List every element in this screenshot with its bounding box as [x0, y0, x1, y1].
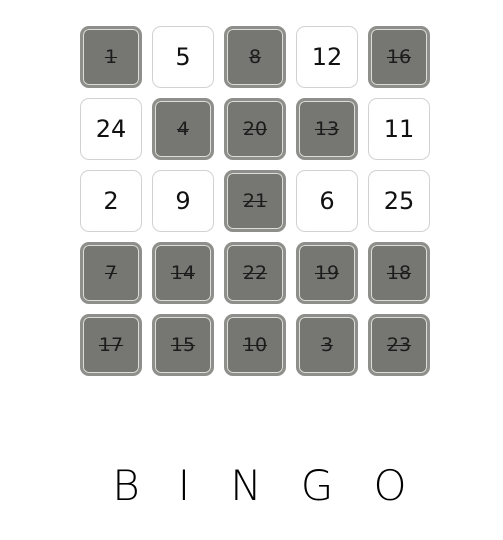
bingo-cell[interactable]: 21 — [224, 170, 286, 232]
bingo-letter-g: G — [300, 461, 334, 510]
bingo-cell[interactable]: 24 — [80, 98, 142, 160]
bingo-cell[interactable]: 1 — [80, 26, 142, 88]
bingo-cell[interactable]: 13 — [296, 98, 358, 160]
bingo-letter-b: B — [112, 461, 140, 510]
bingo-cell[interactable]: 4 — [152, 98, 214, 160]
bingo-cell[interactable]: 15 — [152, 314, 214, 376]
bingo-cell[interactable]: 2 — [80, 170, 142, 232]
bingo-letter-o: O — [373, 461, 407, 510]
bingo-board: 1 5 8 12 16 24 4 20 13 11 2 9 21 6 25 7 … — [80, 26, 440, 386]
bingo-cell[interactable]: 17 — [80, 314, 142, 376]
bingo-cell[interactable]: 14 — [152, 242, 214, 304]
bingo-letter-n: N — [230, 461, 262, 510]
bingo-cell[interactable]: 3 — [296, 314, 358, 376]
bingo-letter-i: I — [177, 461, 191, 510]
bingo-cell[interactable]: 10 — [224, 314, 286, 376]
bingo-cell[interactable]: 20 — [224, 98, 286, 160]
bingo-title: B I N G O — [0, 458, 503, 518]
bingo-cell[interactable]: 18 — [368, 242, 430, 304]
bingo-cell[interactable]: 16 — [368, 26, 430, 88]
bingo-cell[interactable]: 7 — [80, 242, 142, 304]
bingo-cell[interactable]: 19 — [296, 242, 358, 304]
bingo-cell[interactable]: 11 — [368, 98, 430, 160]
bingo-cell[interactable]: 8 — [224, 26, 286, 88]
bingo-cell[interactable]: 22 — [224, 242, 286, 304]
bingo-cell[interactable]: 25 — [368, 170, 430, 232]
bingo-cell[interactable]: 12 — [296, 26, 358, 88]
bingo-cell[interactable]: 23 — [368, 314, 430, 376]
bingo-cell[interactable]: 6 — [296, 170, 358, 232]
bingo-cell[interactable]: 9 — [152, 170, 214, 232]
bingo-cell[interactable]: 5 — [152, 26, 214, 88]
